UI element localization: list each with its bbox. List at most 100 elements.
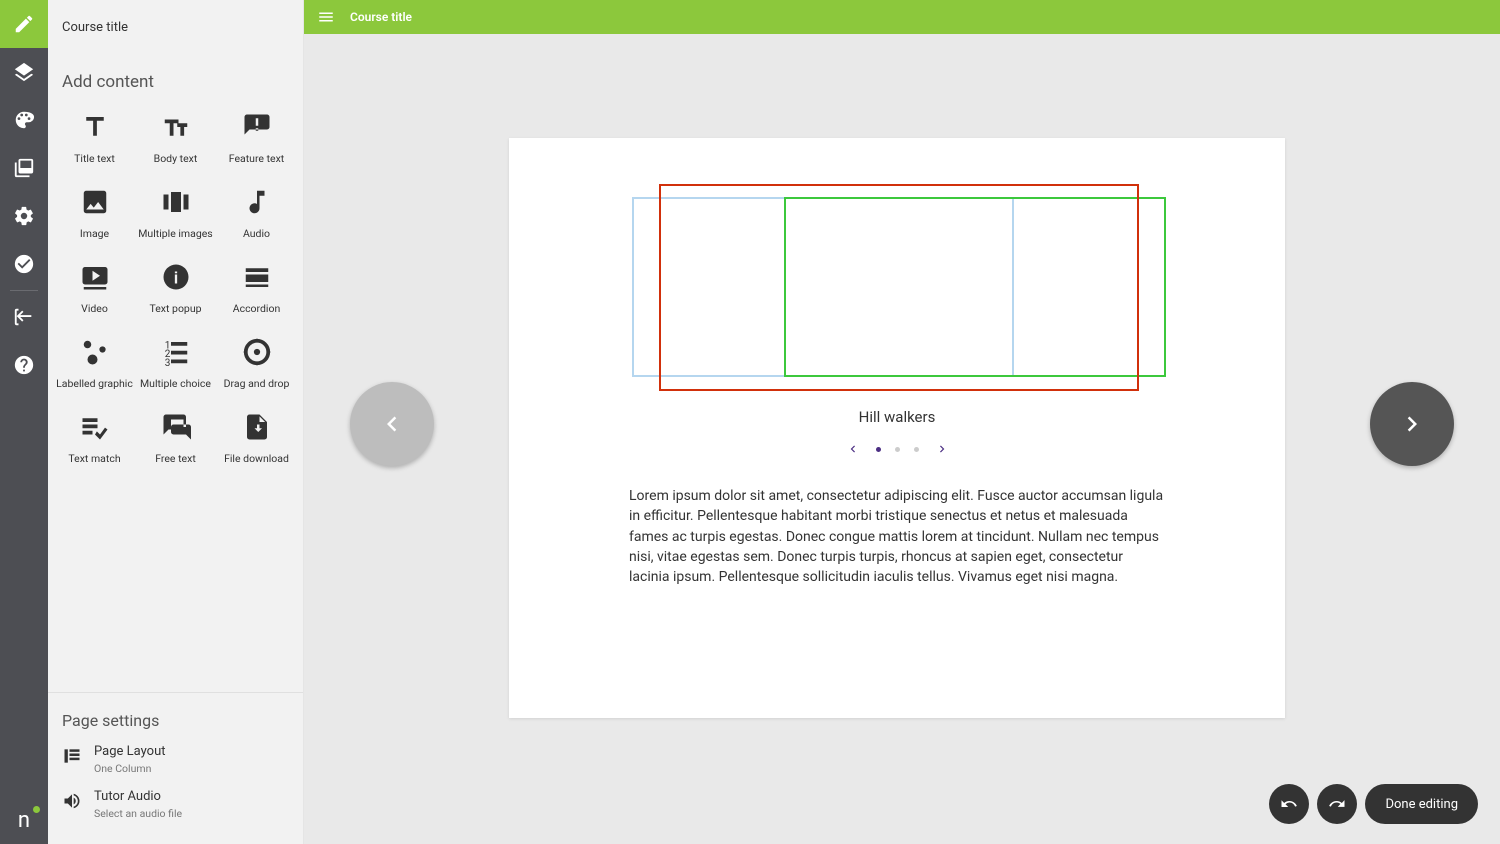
- content-item-label: Accordion: [233, 302, 281, 315]
- content-item-label: Text popup: [149, 302, 201, 315]
- layers-icon: [13, 61, 35, 83]
- content-item-free-text[interactable]: Free text: [135, 410, 216, 465]
- content-item-label: Audio: [243, 227, 270, 240]
- content-item-video[interactable]: Video: [54, 260, 135, 315]
- rail-check[interactable]: [0, 240, 48, 288]
- done-editing-button[interactable]: Done editing: [1365, 784, 1478, 824]
- rail-theme[interactable]: [0, 96, 48, 144]
- content-item-image[interactable]: Image: [54, 185, 135, 240]
- multiple-images-icon: [161, 187, 191, 217]
- topbar: Course title: [304, 0, 1500, 34]
- rail-settings[interactable]: [0, 192, 48, 240]
- content-item-label: Labelled graphic: [56, 377, 133, 390]
- body-text-block: Lorem ipsum dolor sit amet, consectetur …: [629, 486, 1165, 587]
- labelled-graphic-icon: [80, 337, 110, 367]
- drag-and-drop-icon: [242, 337, 272, 367]
- pager-dot-2[interactable]: [895, 447, 900, 452]
- title-text-icon: [80, 112, 110, 142]
- footer-controls: Done editing: [1269, 784, 1478, 824]
- sidebar-panel: Course title Add content Title text Body…: [48, 0, 304, 844]
- canvas-area: Hill walkers Lorem ipsum dolor sit amet,…: [304, 34, 1500, 844]
- chevron-right-icon: [1397, 409, 1427, 439]
- content-item-text-popup[interactable]: i Text popup: [135, 260, 216, 315]
- content-item-label: Feature text: [229, 152, 284, 165]
- palette-icon: [13, 109, 35, 131]
- app-logo: n: [0, 796, 48, 844]
- svg-text:3: 3: [164, 358, 170, 367]
- content-item-audio[interactable]: Audio: [216, 185, 297, 240]
- text-match-icon: [80, 412, 110, 442]
- content-item-multiple-choice[interactable]: 123 Multiple choice: [135, 335, 216, 390]
- image-placeholder-area[interactable]: [629, 162, 1165, 372]
- content-item-label: Body text: [154, 152, 198, 165]
- add-content-heading: Add content: [48, 54, 303, 100]
- content-item-accordion[interactable]: Accordion: [216, 260, 297, 315]
- content-item-title-text[interactable]: Title text: [54, 110, 135, 165]
- topbar-menu-button[interactable]: [316, 7, 336, 27]
- chevron-left-icon: [846, 442, 860, 456]
- rail-edit[interactable]: [0, 0, 48, 48]
- redo-icon: [1328, 795, 1346, 813]
- rail-divider: [10, 290, 38, 291]
- free-text-icon: [161, 412, 191, 442]
- content-item-text-match[interactable]: Text match: [54, 410, 135, 465]
- content-item-label: Free text: [155, 452, 196, 465]
- content-grid: Title text Body text Feature text Image …: [48, 100, 303, 465]
- content-item-label: Video: [81, 302, 108, 315]
- pager-next[interactable]: [933, 440, 951, 458]
- content-item-label: Drag and drop: [224, 377, 290, 390]
- content-item-label: Multiple images: [138, 227, 212, 240]
- page-next-button[interactable]: [1370, 382, 1454, 466]
- rail-library[interactable]: [0, 144, 48, 192]
- gear-icon: [13, 205, 35, 227]
- redo-button[interactable]: [1317, 784, 1357, 824]
- pencil-icon: [13, 13, 35, 35]
- content-card: Hill walkers Lorem ipsum dolor sit amet,…: [509, 138, 1285, 718]
- content-item-feature-text[interactable]: Feature text: [216, 110, 297, 165]
- rail-layers[interactable]: [0, 48, 48, 96]
- content-item-label: Multiple choice: [140, 377, 211, 390]
- image-caption: Hill walkers: [629, 408, 1165, 426]
- feature-text-icon: [242, 112, 272, 142]
- undo-button[interactable]: [1269, 784, 1309, 824]
- page-layout-label: Page Layout: [94, 744, 166, 759]
- page-layout-value: One Column: [94, 762, 166, 775]
- page-layout-setting[interactable]: Page Layout One Column: [62, 744, 289, 775]
- exit-icon: [13, 306, 35, 328]
- pager-dot-1[interactable]: [876, 447, 881, 452]
- help-icon: [13, 354, 35, 376]
- chevron-right-icon: [935, 442, 949, 456]
- text-popup-icon: i: [161, 262, 191, 292]
- rail-exit[interactable]: [0, 293, 48, 341]
- content-item-body-text[interactable]: Body text: [135, 110, 216, 165]
- content-item-drag-and-drop[interactable]: Drag and drop: [216, 335, 297, 390]
- page-prev-button[interactable]: [350, 382, 434, 466]
- accordion-icon: [242, 262, 272, 292]
- tutor-audio-value: Select an audio file: [94, 807, 182, 820]
- hamburger-icon: [317, 8, 335, 26]
- image-icon: [80, 187, 110, 217]
- content-item-multiple-images[interactable]: Multiple images: [135, 185, 216, 240]
- speaker-icon: [62, 791, 82, 811]
- tutor-audio-label: Tutor Audio: [94, 789, 182, 804]
- rail-help[interactable]: [0, 341, 48, 389]
- body-text-icon: [161, 112, 191, 142]
- book-icon: [13, 157, 35, 179]
- content-item-file-download[interactable]: File download: [216, 410, 297, 465]
- left-nav-rail: n: [0, 0, 48, 844]
- tutor-audio-setting[interactable]: Tutor Audio Select an audio file: [62, 789, 289, 820]
- undo-icon: [1280, 795, 1298, 813]
- layout-icon: [62, 746, 82, 766]
- topbar-title: Course title: [350, 10, 412, 24]
- content-item-label: Text match: [68, 452, 120, 465]
- svg-text:i: i: [173, 269, 178, 287]
- carousel-pager: [629, 440, 1165, 458]
- content-item-labelled-graphic[interactable]: Labelled graphic: [54, 335, 135, 390]
- page-settings-section: Page settings Page Layout One Column Tut…: [48, 692, 303, 844]
- chevron-left-icon: [377, 409, 407, 439]
- placeholder-box-red: [659, 184, 1139, 391]
- pager-dot-3[interactable]: [914, 447, 919, 452]
- check-circle-icon: [13, 253, 35, 275]
- pager-prev[interactable]: [844, 440, 862, 458]
- file-download-icon: [242, 412, 272, 442]
